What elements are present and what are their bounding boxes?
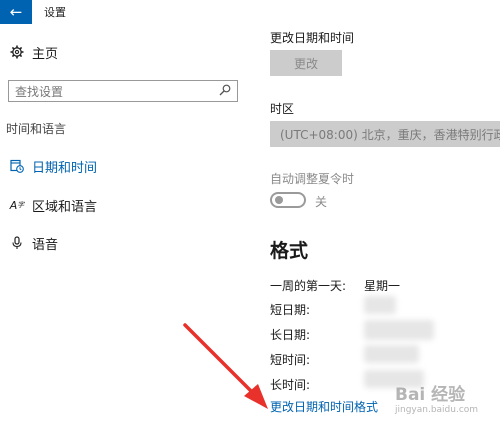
watermark-url: jingyan.baidu.com <box>395 405 479 415</box>
watermark: Bai 经验 jingyan.baidu.com <box>395 380 495 424</box>
watermark-logo-text: Bai 经验 <box>395 385 466 405</box>
annotation-arrow <box>183 323 268 409</box>
